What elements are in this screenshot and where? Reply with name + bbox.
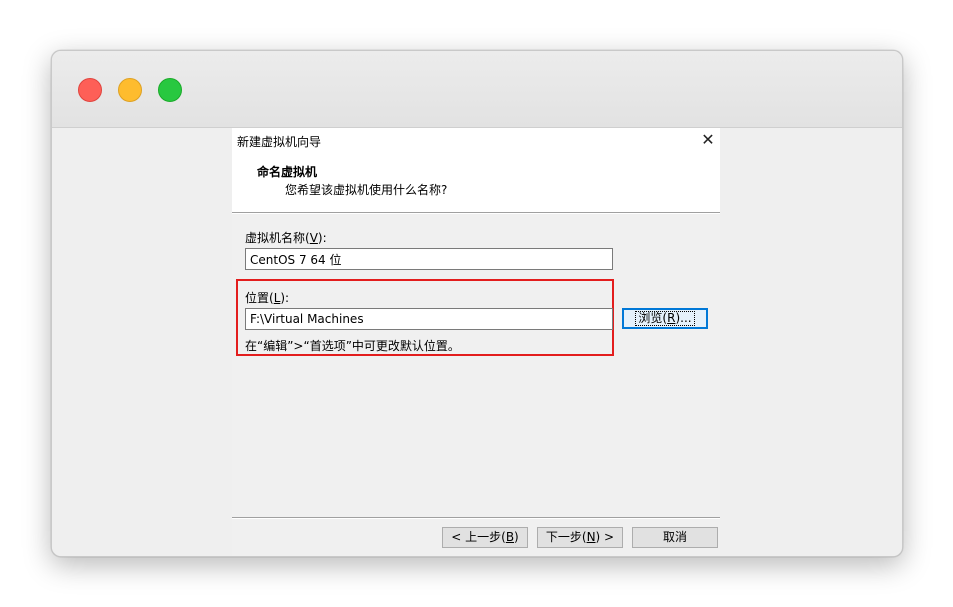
new-vm-wizard-dialog: 新建虚拟机向导 ✕ 命名虚拟机 您希望该虚拟机使用什么名称? 虚拟机名称(V):… [232, 128, 720, 556]
footer-divider [232, 517, 720, 519]
page-heading: 命名虚拟机 [257, 165, 318, 179]
close-window-button[interactable] [78, 78, 102, 102]
default-location-hint: 在“编辑”>“首选项”中可更改默认位置。 [245, 339, 460, 353]
browse-button[interactable]: 浏览(R)... [622, 308, 708, 329]
window-titlebar[interactable] [52, 51, 902, 128]
location-input[interactable] [245, 308, 613, 330]
back-button[interactable]: < 上一步(B) [442, 527, 528, 548]
dialog-title: 新建虚拟机向导 [237, 135, 322, 149]
minimize-window-button[interactable] [118, 78, 142, 102]
zoom-window-button[interactable] [158, 78, 182, 102]
next-button[interactable]: 下一步(N) > [537, 527, 623, 548]
header-divider [232, 212, 720, 214]
page-subtitle: 您希望该虚拟机使用什么名称? [285, 183, 448, 197]
vm-name-input[interactable] [245, 248, 613, 270]
cancel-button[interactable]: 取消 [632, 527, 718, 548]
window-content: 新建虚拟机向导 ✕ 命名虚拟机 您希望该虚拟机使用什么名称? 虚拟机名称(V):… [52, 128, 902, 556]
vm-name-label: 虚拟机名称(V): [245, 231, 327, 245]
location-label: 位置(L): [245, 291, 290, 305]
app-window: 新建虚拟机向导 ✕ 命名虚拟机 您希望该虚拟机使用什么名称? 虚拟机名称(V):… [51, 50, 903, 557]
dialog-header: 新建虚拟机向导 ✕ 命名虚拟机 您希望该虚拟机使用什么名称? [232, 128, 720, 212]
close-icon[interactable]: ✕ [698, 130, 718, 150]
